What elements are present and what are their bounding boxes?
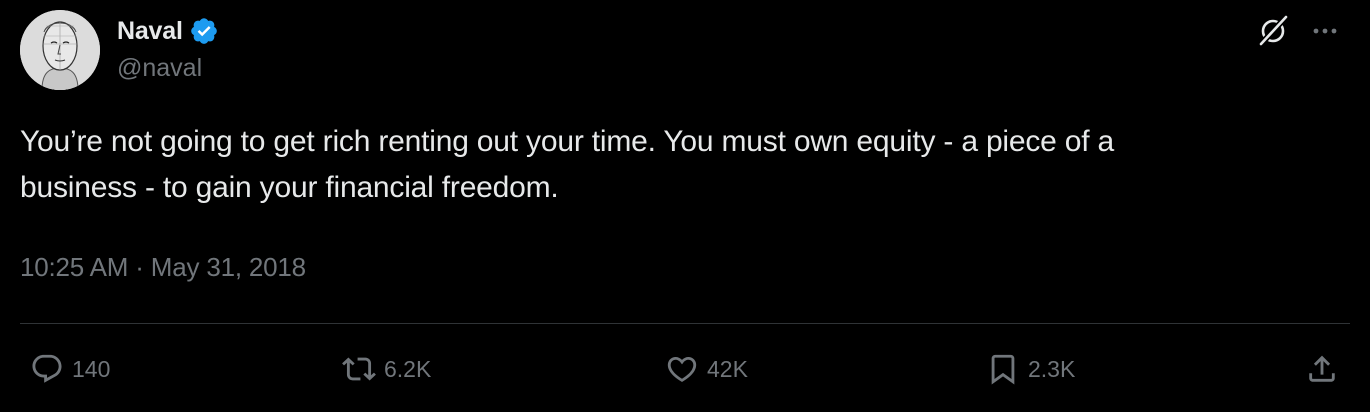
meta-separator: · xyxy=(135,252,144,282)
repost-icon xyxy=(342,357,376,381)
heart-icon xyxy=(667,356,697,382)
repost-button[interactable]: 6.2K xyxy=(342,352,431,386)
tweet-time[interactable]: 10:25 AM xyxy=(20,252,128,282)
bookmark-count: 2.3K xyxy=(1028,355,1076,382)
author-handle[interactable]: @naval xyxy=(117,54,219,83)
tweet-text: You’re not going to get rich renting out… xyxy=(20,119,1340,211)
bookmark-button[interactable]: 2.3K xyxy=(986,352,1075,386)
share-icon xyxy=(1309,355,1335,382)
share-button[interactable] xyxy=(1305,352,1339,386)
author-name-row: Naval xyxy=(117,14,219,48)
reply-button[interactable]: 140 xyxy=(30,352,110,386)
repost-count: 6.2K xyxy=(384,355,432,382)
sketch-portrait-icon xyxy=(20,10,100,90)
tweet-text-line: business - to gain your financial freedo… xyxy=(20,171,559,204)
tweet-date[interactable]: May 31, 2018 xyxy=(151,252,306,282)
like-count: 42K xyxy=(707,355,748,382)
avatar[interactable] xyxy=(20,10,100,90)
tweet-timestamp: 10:25 AM · May 31, 2018 xyxy=(20,252,306,283)
verified-badge-icon[interactable] xyxy=(189,16,219,46)
more-icon[interactable] xyxy=(1310,16,1340,46)
author-block: Naval @naval xyxy=(117,14,219,83)
divider xyxy=(20,323,1350,324)
like-button[interactable]: 42K xyxy=(665,352,748,386)
reply-icon xyxy=(32,354,62,383)
tweet-detail: Naval @naval You’re not going to get ric… xyxy=(0,0,1370,412)
grok-icon[interactable] xyxy=(1256,14,1290,48)
tweet-header-actions xyxy=(1256,14,1340,48)
author-display-name[interactable]: Naval xyxy=(117,17,183,46)
tweet-text-line: You’re not going to get rich renting out… xyxy=(20,125,1115,158)
bookmark-icon xyxy=(991,354,1015,385)
reply-count: 140 xyxy=(72,355,111,382)
